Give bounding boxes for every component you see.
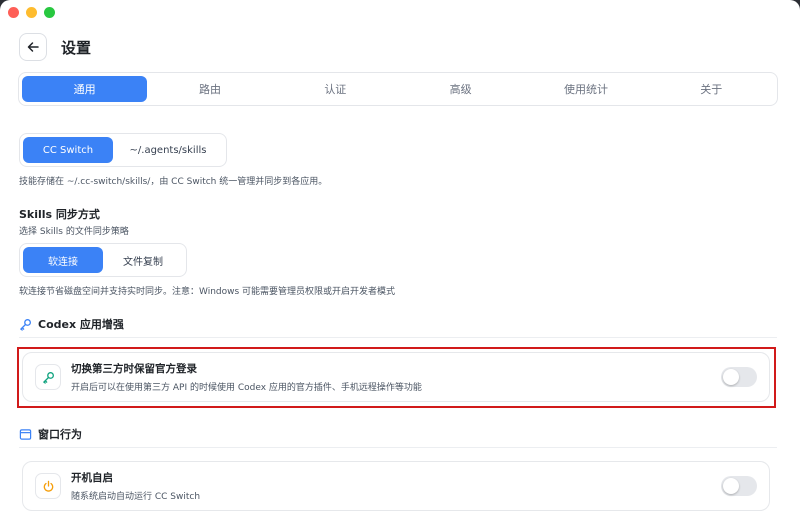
codex-section-header: Codex 应用增强 [19, 316, 124, 332]
tab-about[interactable]: 关于 [649, 76, 774, 102]
tab-usage-stats[interactable]: 使用统计 [523, 76, 648, 102]
maximize-window-button[interactable] [44, 7, 55, 18]
back-button[interactable] [19, 33, 47, 61]
window-section-title: 窗口行为 [38, 428, 82, 441]
storage-option-cc-switch[interactable]: CC Switch [23, 137, 113, 163]
storage-option-agents-skills[interactable]: ~/.agents/skills [113, 137, 223, 163]
skills-sync-selector: 软连接 文件复制 [19, 243, 187, 277]
tab-routing[interactable]: 路由 [147, 76, 272, 102]
setting-description: 随系统启动自动运行 CC Switch [71, 492, 201, 502]
page-header: 设置 [19, 33, 91, 61]
sync-option-copy[interactable]: 文件复制 [103, 247, 183, 273]
power-icon [43, 480, 53, 492]
tab-auth[interactable]: 认证 [273, 76, 398, 102]
window-icon [19, 428, 32, 440]
launch-at-login-toggle[interactable] [721, 476, 757, 496]
sync-option-symlink[interactable]: 软连接 [23, 247, 103, 273]
skills-sync-title: Skills 同步方式 [19, 208, 100, 221]
skills-storage-selector: CC Switch ~/.agents/skills [19, 133, 227, 167]
close-window-button[interactable] [8, 7, 19, 18]
setting-icon-box [35, 473, 61, 499]
window-controls [8, 7, 55, 18]
minimize-window-button[interactable] [26, 7, 37, 18]
settings-window: 设置 通用 路由 认证 高级 使用统计 关于 CC Switch ~/.agen… [0, 0, 800, 521]
tab-general[interactable]: 通用 [22, 76, 148, 102]
section-divider [19, 447, 777, 448]
section-divider [19, 337, 777, 338]
skills-sync-subtitle: 选择 Skills 的文件同步策略 [19, 227, 129, 237]
codex-section-title: Codex 应用增强 [38, 318, 124, 331]
tab-advanced[interactable]: 高级 [398, 76, 523, 102]
highlight-box [17, 347, 776, 408]
setting-title: 开机自启 [71, 472, 113, 484]
page-title: 设置 [61, 38, 92, 57]
key-icon [20, 318, 31, 331]
skills-storage-note: 技能存储在 ~/.cc-switch/skills/，由 CC Switch 统… [19, 177, 328, 187]
arrow-left-icon [27, 42, 39, 52]
launch-at-login-setting: 开机自启 随系统启动自动运行 CC Switch [22, 461, 770, 511]
settings-tabs: 通用 路由 认证 高级 使用统计 关于 [18, 72, 778, 106]
window-section-header: 窗口行为 [19, 426, 82, 442]
toggle-knob [723, 478, 739, 494]
skills-sync-note: 软连接节省磁盘空间并支持实时同步。注意：Windows 可能需要管理员权限或开启… [19, 287, 396, 297]
